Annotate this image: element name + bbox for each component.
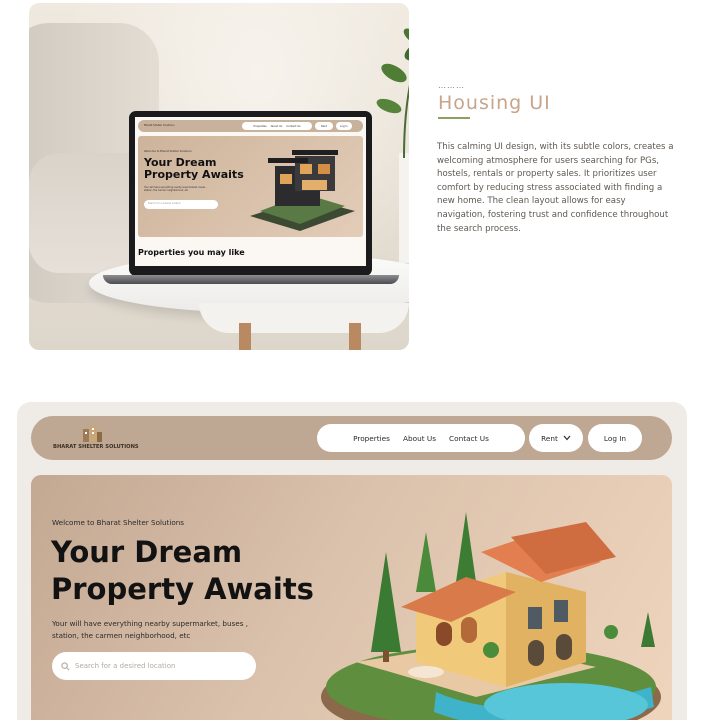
page: Bharat Shelter Solutions Properties Abou…: [0, 0, 720, 720]
nav-links-group: Properties About Us Contact Us: [317, 424, 525, 452]
nav-link-properties[interactable]: Properties: [353, 434, 390, 443]
brand-logo[interactable]: BHARAT SHELTER SOLUTIONS: [53, 423, 143, 453]
laptop: Bharat Shelter Solutions Properties Abou…: [103, 111, 399, 284]
showcase-description: This calming UI design, with its subtle …: [437, 142, 674, 234]
website-preview: BHARAT SHELTER SOLUTIONS Properties Abou…: [17, 402, 687, 720]
screen-nav-properties: Properties: [253, 124, 267, 128]
laptop-bezel: Bharat Shelter Solutions Properties Abou…: [129, 111, 372, 276]
screen-nav-links: Properties About Us Contact Us: [242, 122, 312, 130]
search-icon: [61, 661, 70, 670]
screen-search-input: Search for a desired location: [144, 200, 218, 209]
showcase-heading: Housing UI: [438, 92, 551, 114]
laptop-base: [103, 275, 399, 284]
plant-pot: [399, 153, 409, 263]
screen-hero: Welcome to Bharat Shelter Solutions Your…: [138, 136, 363, 237]
screen-logo-text: Bharat Shelter Solutions: [144, 124, 175, 127]
laptop-mockup-photo: Bharat Shelter Solutions Properties Abou…: [29, 3, 409, 350]
rent-dropdown[interactable]: Rent: [529, 424, 583, 452]
screen-rent-button: Rent: [315, 122, 333, 130]
hero-title-line-1: Your Dream: [51, 535, 243, 569]
laptop-screen: Bharat Shelter Solutions Properties Abou…: [135, 117, 366, 266]
screen-welcome-text: Welcome to Bharat Shelter Solutions: [144, 150, 192, 153]
chevron-down-icon: [563, 435, 571, 441]
screen-hero-title: Your Dream Property Awaits: [144, 156, 244, 181]
hero-section: Welcome to Bharat Shelter Solutions Your…: [31, 475, 672, 720]
navbar: BHARAT SHELTER SOLUTIONS Properties Abou…: [31, 416, 672, 460]
hero-title-line-2: Property Awaits: [51, 572, 314, 606]
hero-subtitle: Your will have everything nearby superma…: [52, 619, 249, 640]
hero-title: Your Dream Property Awaits: [51, 534, 331, 608]
villa-illustration: [321, 512, 661, 720]
rent-dropdown-label: Rent: [541, 433, 558, 443]
hero-welcome-text: Welcome to Bharat Shelter Solutions: [52, 518, 185, 527]
screen-nav-about: About Us: [270, 124, 283, 128]
nav-link-about-us[interactable]: About Us: [403, 434, 436, 443]
screen-login-button: Log In: [336, 122, 352, 130]
screen-navbar: Bharat Shelter Solutions Properties Abou…: [138, 120, 363, 132]
heading-underline: [438, 117, 470, 119]
table-leg: [349, 323, 361, 350]
table-base: [199, 303, 409, 333]
location-search-placeholder: Search for a desired location: [75, 662, 176, 670]
logo-building-icon: [83, 425, 102, 442]
nav-link-contact-us[interactable]: Contact Us: [449, 434, 489, 443]
screen-nav-contact: Contact Us: [286, 124, 301, 128]
location-search-input[interactable]: Search for a desired location: [52, 652, 256, 680]
brand-logo-text: BHARAT SHELTER SOLUTIONS: [53, 444, 139, 450]
login-button[interactable]: Log In: [588, 424, 642, 452]
screen-hero-subtitle: Your will have everything nearby superma…: [144, 186, 207, 192]
table-leg: [239, 323, 251, 350]
modern-house-illustration: [250, 150, 355, 231]
screen-section-heading: Properties you may like: [138, 248, 245, 257]
decorative-dots: ………: [438, 81, 465, 90]
